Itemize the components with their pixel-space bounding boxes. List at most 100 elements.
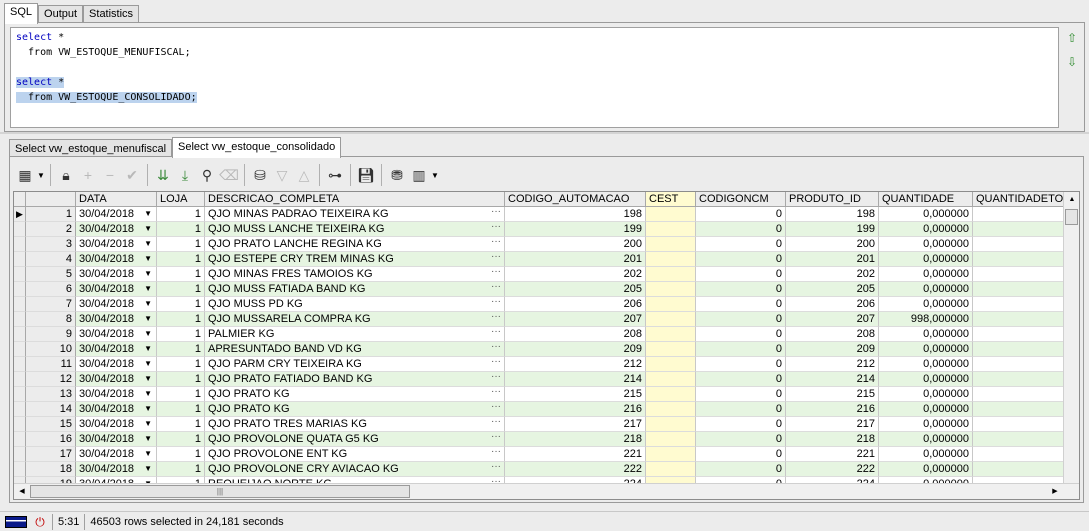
chevron-down-icon[interactable]: ▼	[144, 207, 152, 221]
cell-codigoncm[interactable]: 0	[696, 252, 786, 267]
find-icon[interactable]: ⚲	[196, 164, 218, 186]
table-row[interactable]: 3 30/04/2018 ▼ 1 QJO PRATO LANCHE REGINA KG ·…	[14, 237, 1079, 252]
cell-cest[interactable]	[646, 312, 696, 327]
column-header-codigo-automacao[interactable]: CODIGO_AUTOMACAO	[505, 192, 646, 207]
cell-quantidade[interactable]: 0,000000	[879, 387, 973, 402]
cell-loja[interactable]: 1	[157, 462, 205, 477]
ellipsis-icon[interactable]: ···	[491, 222, 501, 234]
cell-quantidade[interactable]: 998,000000	[879, 312, 973, 327]
chevron-down-icon[interactable]: ▼	[430, 164, 440, 186]
cell-codigoncm[interactable]: 0	[696, 312, 786, 327]
cell-descricao[interactable]: APRESUNTADO BAND VD KG ···	[205, 342, 505, 357]
cell-cest[interactable]	[646, 342, 696, 357]
cell-data[interactable]: 30/04/2018 ▼	[76, 222, 157, 237]
cell-data[interactable]: 30/04/2018 ▼	[76, 207, 157, 222]
cell-cest[interactable]	[646, 462, 696, 477]
cell-data[interactable]: 30/04/2018 ▼	[76, 297, 157, 312]
cell-quantidade[interactable]: 0,000000	[879, 327, 973, 342]
cell-data[interactable]: 30/04/2018 ▼	[76, 357, 157, 372]
cell-quantidade[interactable]: 0,000000	[879, 357, 973, 372]
cell-cest[interactable]	[646, 327, 696, 342]
cell-descricao[interactable]: QJO PARM CRY TEIXEIRA KG ···	[205, 357, 505, 372]
cell-quantidade[interactable]: 0,000000	[879, 207, 973, 222]
cell-cest[interactable]	[646, 402, 696, 417]
table-row[interactable]: 8 30/04/2018 ▼ 1 QJO MUSSARELA COMPRA KG ··· 2…	[14, 312, 1079, 327]
cell-quantidade[interactable]: 0,000000	[879, 297, 973, 312]
cell-codigoncm[interactable]: 0	[696, 357, 786, 372]
fetch-last-icon[interactable]: ⤓	[174, 164, 196, 186]
column-header-produto-id[interactable]: PRODUTO_ID	[786, 192, 879, 207]
grid-layout-icon[interactable]: ▦	[14, 164, 36, 186]
tab-result-consolidado[interactable]: Select vw_estoque_consolidado	[172, 137, 342, 158]
cell-data[interactable]: 30/04/2018 ▼	[76, 447, 157, 462]
cell-cest[interactable]	[646, 252, 696, 267]
chevron-down-icon[interactable]: ▼	[144, 402, 152, 416]
chevron-down-icon[interactable]: ▼	[144, 282, 152, 296]
cell-codigoncm[interactable]: 0	[696, 447, 786, 462]
cell-codigo-automacao[interactable]: 218	[505, 432, 646, 447]
cell-produto-id[interactable]: 215	[786, 387, 879, 402]
cell-produto-id[interactable]: 205	[786, 282, 879, 297]
cell-produto-id[interactable]: 208	[786, 327, 879, 342]
cell-loja[interactable]: 1	[157, 387, 205, 402]
cell-codigoncm[interactable]: 0	[696, 222, 786, 237]
cell-produto-id[interactable]: 216	[786, 402, 879, 417]
cell-codigo-automacao[interactable]: 221	[505, 447, 646, 462]
ellipsis-icon[interactable]: ···	[491, 252, 501, 264]
cell-codigo-automacao[interactable]: 216	[505, 402, 646, 417]
cell-data[interactable]: 30/04/2018 ▼	[76, 267, 157, 282]
ellipsis-icon[interactable]: ···	[491, 447, 501, 459]
ellipsis-icon[interactable]: ···	[491, 237, 501, 249]
cell-quantidade[interactable]: 0,000000	[879, 372, 973, 387]
chevron-down-icon[interactable]: ▼	[144, 372, 152, 386]
scroll-thumb[interactable]	[1065, 209, 1078, 225]
cell-codigoncm[interactable]: 0	[696, 207, 786, 222]
cell-quantidade[interactable]: 0,000000	[879, 252, 973, 267]
cell-codigo-automacao[interactable]: 208	[505, 327, 646, 342]
lock-icon[interactable]: 🔒︎	[55, 164, 77, 186]
fetch-next-icon[interactable]: ⇊	[152, 164, 174, 186]
cell-codigoncm[interactable]: 0	[696, 417, 786, 432]
cell-loja[interactable]: 1	[157, 342, 205, 357]
cell-produto-id[interactable]: 212	[786, 357, 879, 372]
cell-descricao[interactable]: QJO ESTEPE CRY TREM MINAS KG ···	[205, 252, 505, 267]
cell-data[interactable]: 30/04/2018 ▼	[76, 327, 157, 342]
ellipsis-icon[interactable]: ···	[491, 267, 501, 279]
cell-data[interactable]: 30/04/2018 ▼	[76, 252, 157, 267]
chevron-down-icon[interactable]: ▼	[144, 462, 152, 476]
table-row[interactable]: 16 30/04/2018 ▼ 1 QJO PROVOLONE QUATA G5 KG ·…	[14, 432, 1079, 447]
chevron-down-icon[interactable]: ▼	[144, 297, 152, 311]
cell-data[interactable]: 30/04/2018 ▼	[76, 402, 157, 417]
cell-loja[interactable]: 1	[157, 372, 205, 387]
cell-cest[interactable]	[646, 447, 696, 462]
cell-codigo-automacao[interactable]: 202	[505, 267, 646, 282]
cell-descricao[interactable]: QJO PROVOLONE CRY AVIACAO KG ···	[205, 462, 505, 477]
tree-view-icon[interactable]: ⊶	[324, 164, 346, 186]
cell-cest[interactable]	[646, 282, 696, 297]
cell-cest[interactable]	[646, 237, 696, 252]
cell-produto-id[interactable]: 201	[786, 252, 879, 267]
cell-cest[interactable]	[646, 297, 696, 312]
scroll-up-icon[interactable]: ▲	[1064, 192, 1079, 208]
cell-codigoncm[interactable]: 0	[696, 372, 786, 387]
cell-codigo-automacao[interactable]: 200	[505, 237, 646, 252]
cell-produto-id[interactable]: 199	[786, 222, 879, 237]
column-header-quantidade[interactable]: QUANTIDADE	[879, 192, 973, 207]
cell-cest[interactable]	[646, 207, 696, 222]
cell-produto-id[interactable]: 221	[786, 447, 879, 462]
chevron-down-icon[interactable]: ▼	[144, 237, 152, 251]
cell-descricao[interactable]: QJO MUSS PD KG ···	[205, 297, 505, 312]
cell-cest[interactable]	[646, 387, 696, 402]
table-row[interactable]: 12 30/04/2018 ▼ 1 QJO PRATO FATIADO BAND KG ·…	[14, 372, 1079, 387]
chevron-down-icon[interactable]: ▼	[144, 312, 152, 326]
cell-descricao[interactable]: QJO PRATO KG ···	[205, 402, 505, 417]
cell-produto-id[interactable]: 222	[786, 462, 879, 477]
table-row[interactable]: 6 30/04/2018 ▼ 1 QJO MUSS FATIADA BAND KG ···…	[14, 282, 1079, 297]
cell-cest[interactable]	[646, 267, 696, 282]
cell-produto-id[interactable]: 200	[786, 237, 879, 252]
cell-loja[interactable]: 1	[157, 207, 205, 222]
ellipsis-icon[interactable]: ···	[491, 312, 501, 324]
cell-loja[interactable]: 1	[157, 267, 205, 282]
table-row[interactable]: 10 30/04/2018 ▼ 1 APRESUNTADO BAND VD KG ··· 2…	[14, 342, 1079, 357]
cell-produto-id[interactable]: 206	[786, 297, 879, 312]
